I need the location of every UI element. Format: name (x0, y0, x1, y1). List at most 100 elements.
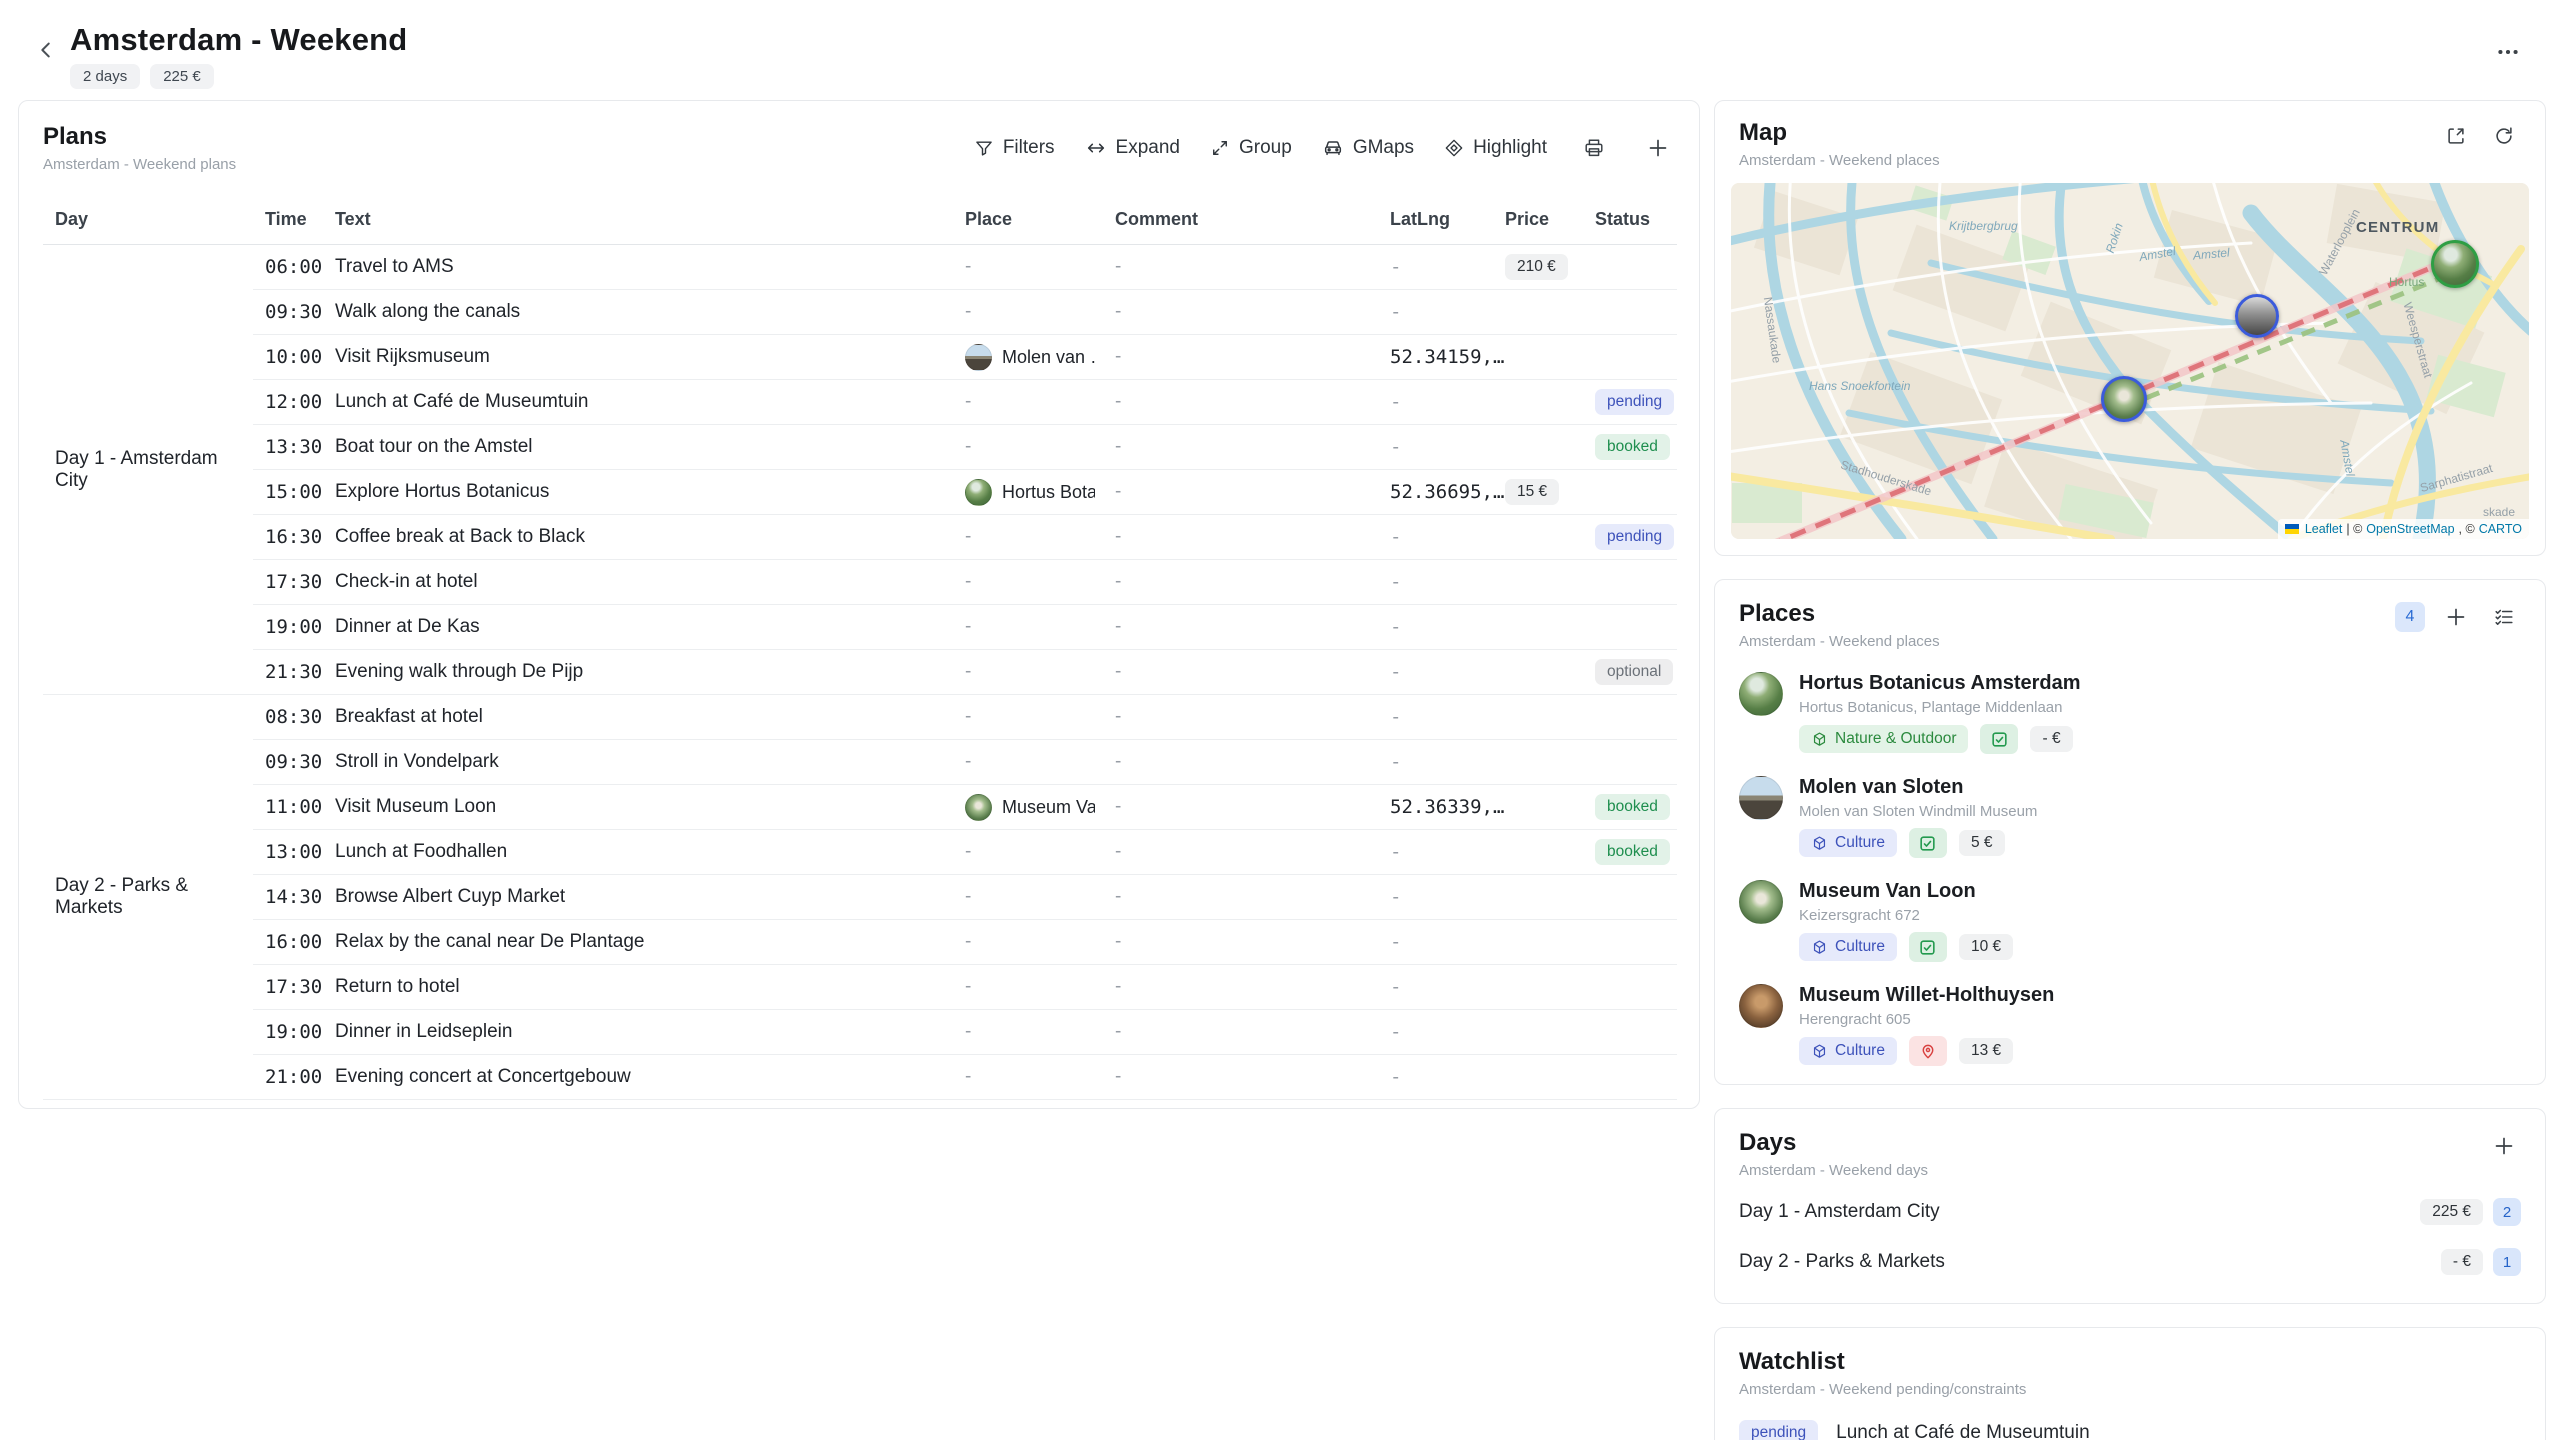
place-list-item[interactable]: Museum Van LoonKeizersgracht 672Culture1… (1739, 880, 2521, 962)
plan-place-cell: - (953, 425, 1103, 470)
plan-text-cell: Coffee break at Back to Black (323, 515, 953, 560)
plan-row[interactable]: 21:30Evening walk through De Pijp---opti… (43, 650, 1677, 695)
latlng-value: - (1390, 1066, 1401, 1088)
plan-place-cell: - (953, 1055, 1103, 1100)
latlng-value: - (1390, 976, 1401, 998)
map-refresh-button[interactable] (2487, 119, 2521, 153)
plan-status-cell: booked (1583, 425, 1677, 470)
day-badges: - €1 (2441, 1248, 2521, 1276)
osm-link[interactable]: OpenStreetMap (2366, 522, 2454, 536)
place-chip[interactable]: Molen van … (965, 344, 1095, 371)
plan-price-cell (1493, 605, 1583, 650)
place-list-item[interactable]: Molen van SlotenMolen van Sloten Windmil… (1739, 776, 2521, 858)
plan-price-cell (1493, 830, 1583, 875)
place-name: Museum Van Loon (1799, 880, 2013, 903)
plans-title: Plans (43, 123, 236, 151)
latlng-value: - (1390, 301, 1401, 323)
empty-value: - (1115, 886, 1121, 907)
place-list-item[interactable]: Museum Willet-HolthuysenHerengracht 605C… (1739, 984, 2521, 1066)
plan-row[interactable]: 09:30Walk along the canals--- (43, 290, 1677, 335)
plan-row[interactable]: 09:30Stroll in Vondelpark--- (43, 740, 1677, 785)
plan-price-cell (1493, 290, 1583, 335)
place-photo (1739, 776, 1783, 820)
plan-row[interactable]: 17:30Check-in at hotel--- (43, 560, 1677, 605)
places-list-view-button[interactable] (2487, 600, 2521, 634)
days-subtitle: Amsterdam - Weekend days (1739, 1162, 1928, 1179)
plan-place-cell: Molen van … (953, 335, 1103, 380)
plan-row[interactable]: 11:00Visit Museum LoonMuseum Va…-52.3633… (43, 785, 1677, 830)
plan-row[interactable]: 10:00Visit RijksmuseumMolen van …-52.341… (43, 335, 1677, 380)
day-list-item[interactable]: Day 1 - Amsterdam City225 €2 (1739, 1189, 2521, 1235)
map-street-label: CENTRUM (2356, 219, 2439, 236)
add-plan-button[interactable] (1641, 131, 1675, 165)
place-body: Museum Willet-HolthuysenHerengracht 605C… (1799, 984, 2054, 1066)
map-street-label: Sarphatistraat (2419, 461, 2495, 495)
plan-time-cell: 16:30 (253, 515, 323, 560)
day-price-badge: 225 € (2420, 1199, 2483, 1225)
right-column: Map Amsterdam - Weekend places (1714, 100, 2546, 1440)
day-list-item[interactable]: Day 2 - Parks & Markets- €1 (1739, 1239, 2521, 1285)
plan-row[interactable]: 12:00Lunch at Café de Museumtuin---pendi… (43, 380, 1677, 425)
map-marker-van-loon[interactable] (2101, 376, 2147, 422)
trip-planner-page: Amsterdam - Weekend 2 days 225 € Plans A… (0, 0, 2560, 1440)
plan-row[interactable]: 13:30Boat tour on the Amstel---booked (43, 425, 1677, 470)
plan-place-cell: - (953, 380, 1103, 425)
leaflet-link[interactable]: Leaflet (2305, 522, 2343, 536)
group-button[interactable]: Group (1210, 137, 1292, 159)
map-marker-willet[interactable] (2235, 294, 2279, 338)
checkbox-checked-icon (1990, 730, 2009, 749)
plan-place-cell: - (953, 740, 1103, 785)
plan-row[interactable]: 14:30Browse Albert Cuyp Market--- (43, 875, 1677, 920)
place-chip[interactable]: Museum Va… (965, 794, 1095, 821)
checklist-icon (2493, 606, 2515, 628)
cube-icon (1811, 1043, 1828, 1060)
gmaps-button[interactable]: GMaps (1322, 137, 1414, 159)
car-icon (1322, 137, 1344, 159)
map-canvas[interactable]: KrijtbergbrugRokinAmstelAmstelCENTRUMWat… (1731, 183, 2529, 539)
plan-comment-cell: - (1103, 875, 1378, 920)
place-name: Hortus Bota… (1002, 482, 1095, 503)
plan-row[interactable]: 16:00Relax by the canal near De Plantage… (43, 920, 1677, 965)
plan-place-cell: - (953, 560, 1103, 605)
plans-table: Day Time Text Place Comment LatLng Price… (43, 199, 1677, 1100)
add-place-button[interactable] (2439, 600, 2473, 634)
map-marker-hortus[interactable] (2431, 240, 2479, 288)
plan-row[interactable]: 15:00Explore Hortus BotanicusHortus Bota… (43, 470, 1677, 515)
ukraine-flag-icon (2285, 524, 2299, 534)
latlng-value: - (1390, 256, 1401, 278)
filters-button[interactable]: Filters (974, 137, 1055, 159)
carto-link[interactable]: CARTO (2479, 522, 2522, 536)
plan-row[interactable]: 19:00Dinner in Leidseplein--- (43, 1010, 1677, 1055)
place-chip[interactable]: Hortus Bota… (965, 479, 1095, 506)
highlight-button[interactable]: Highlight (1444, 137, 1547, 159)
plan-row[interactable]: 13:00Lunch at Foodhallen---booked (43, 830, 1677, 875)
plan-place-cell: - (953, 875, 1103, 920)
overflow-menu-button[interactable] (2490, 40, 2526, 64)
plan-text-cell: Return to hotel (323, 965, 953, 1010)
print-button[interactable] (1577, 131, 1611, 165)
plan-row[interactable]: 16:30Coffee break at Back to Black---pen… (43, 515, 1677, 560)
plan-row[interactable]: Day 2 - Parks & Markets08:30Breakfast at… (43, 695, 1677, 740)
plan-comment-cell: - (1103, 785, 1378, 830)
plan-row[interactable]: 19:00Dinner at De Kas--- (43, 605, 1677, 650)
empty-value: - (1115, 751, 1121, 772)
plan-comment-cell: - (1103, 740, 1378, 785)
chevron-left-icon (35, 39, 57, 61)
place-badges: Nature & Outdoor- € (1799, 724, 2081, 754)
plan-row[interactable]: Day 1 - Amsterdam City06:00Travel to AMS… (43, 245, 1677, 290)
day-price-badge: - € (2441, 1249, 2483, 1275)
plan-row[interactable]: 17:30Return to hotel--- (43, 965, 1677, 1010)
category-tag: Culture (1799, 933, 1897, 961)
watchlist-item[interactable]: pendingLunch at Café de Museumtuin (1739, 1410, 2521, 1440)
place-list-item[interactable]: Hortus Botanicus AmsterdamHortus Botanic… (1739, 672, 2521, 754)
plan-latlng-cell: 52.36339,… (1378, 785, 1493, 830)
back-button[interactable] (30, 34, 62, 66)
plan-text-cell: Travel to AMS (323, 245, 953, 290)
latlng-value: - (1390, 391, 1401, 413)
expand-button[interactable]: Expand (1085, 137, 1180, 159)
latlng-value: - (1390, 841, 1401, 863)
map-fullscreen-button[interactable] (2439, 119, 2473, 153)
add-day-button[interactable] (2487, 1129, 2521, 1163)
empty-value: - (1115, 526, 1121, 547)
plan-row[interactable]: 21:00Evening concert at Concertgebouw--- (43, 1055, 1677, 1100)
